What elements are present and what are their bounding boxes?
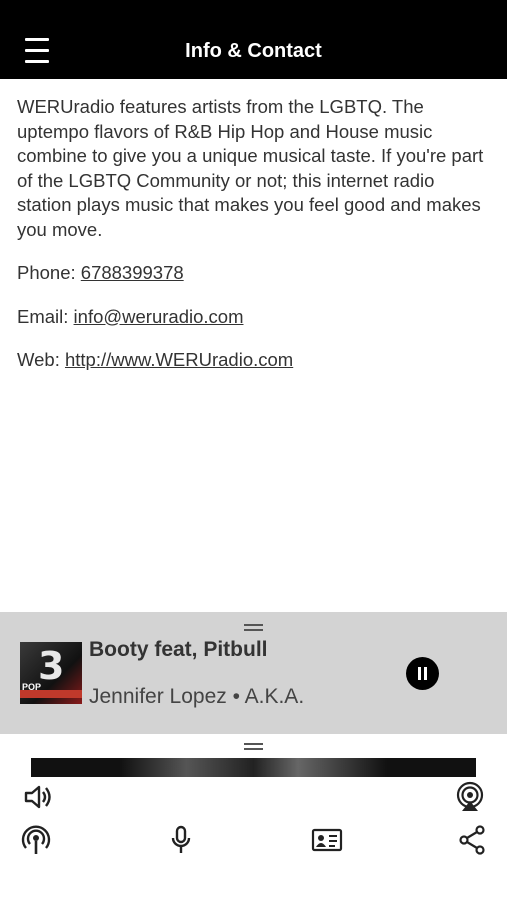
web-label: Web: [17,349,65,370]
phone-row: Phone: 6788399378 [17,261,492,286]
drag-handle-icon[interactable] [244,624,263,631]
contact-card-icon[interactable] [311,824,343,856]
album-art-stripe [20,690,82,698]
album-art-number: 3 [38,644,65,688]
info-content: WERUradio features artists from the LGBT… [17,95,492,392]
pause-button[interactable] [406,657,439,690]
artist-album: Jennifer Lopez • A.K.A. [89,685,305,708]
email-row: Email: info@weruradio.com [17,305,492,330]
song-title: Booty feat, Pitbull [89,638,268,661]
email-label: Email: [17,305,74,327]
microphone-icon[interactable] [165,824,197,856]
top-bar: Info & Contact [0,0,507,79]
station-description: WERUradio features artists from the LGBT… [17,96,484,240]
email-link[interactable]: info@weruradio.com [74,306,244,327]
drag-handle-icon[interactable] [244,743,263,750]
phone-label: Phone: [17,262,81,283]
airplay-icon[interactable] [454,781,486,813]
web-row: Web: http://www.WERUradio.com [17,348,492,373]
web-link[interactable]: http://www.WERUradio.com [65,349,293,370]
podcast-icon[interactable] [20,824,52,856]
phone-link[interactable]: 6788399378 [81,262,184,283]
now-playing-bar[interactable]: 3 POP Booty feat, Pitbull Jennifer Lopez… [0,612,507,734]
video-preview[interactable] [31,758,476,777]
album-art: 3 POP [20,642,82,704]
volume-icon[interactable] [22,781,54,813]
share-icon[interactable] [456,824,488,856]
page-title: Info & Contact [185,40,322,62]
